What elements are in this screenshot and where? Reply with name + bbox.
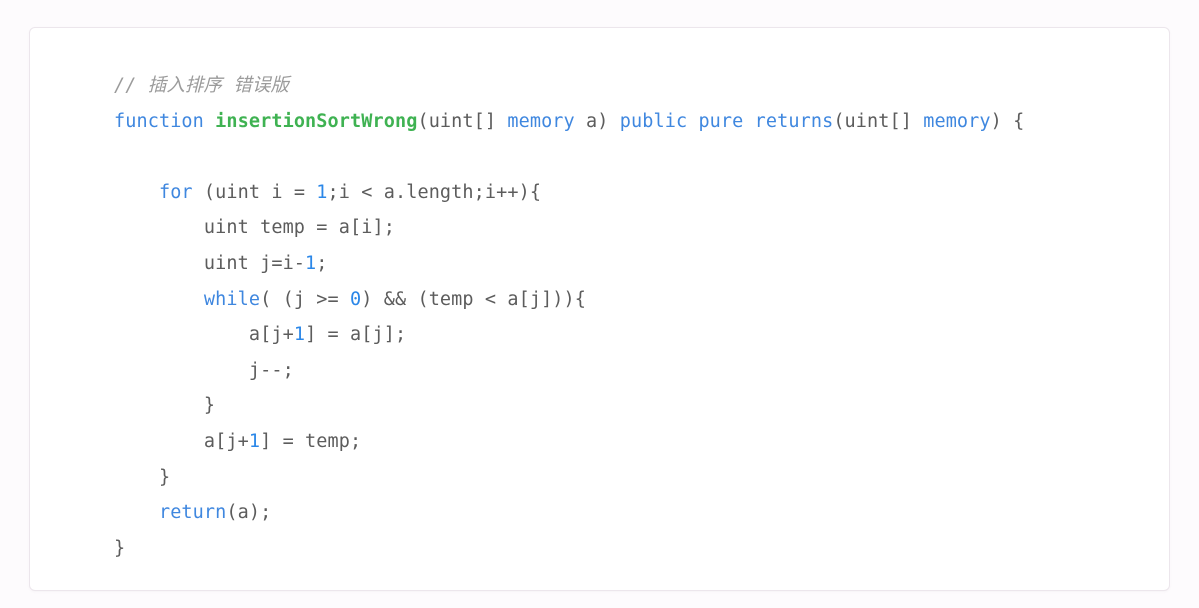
code-snippet-card: // 插入排序 错误版 function insertionSortWrong(… xyxy=(29,27,1170,591)
code-line: } xyxy=(114,531,1024,567)
code-token-plain: } xyxy=(114,466,171,488)
code-line: for (uint i = 1;i < a.length;i++){ xyxy=(114,175,1024,211)
code-token-keyword: while xyxy=(203,288,261,310)
code-token-plain: ; xyxy=(316,252,328,274)
code-line: } xyxy=(114,460,1024,496)
code-token-function: insertionSortWrong xyxy=(215,110,418,132)
code-line: uint temp = a[i]; xyxy=(114,210,1024,246)
code-token-comment: // 插入排序 错误版 xyxy=(114,75,290,96)
code-line: uint j=i-1; xyxy=(114,246,1024,282)
code-token-number: 1 xyxy=(293,324,306,346)
code-token-keyword: public xyxy=(619,110,688,132)
code-line: a[j+1] = temp; xyxy=(114,424,1024,460)
code-token-number: 1 xyxy=(316,181,328,203)
code-token-plain: ) { xyxy=(990,110,1025,132)
code-line: while( (j >= 0) && (temp < a[j])){ xyxy=(114,282,1024,318)
code-token-keyword: memory xyxy=(507,110,575,132)
code-line: function insertionSortWrong(uint[] memor… xyxy=(114,104,1024,140)
code-block[interactable]: // 插入排序 错误版 function insertionSortWrong(… xyxy=(114,68,1024,566)
code-line: j--; xyxy=(114,353,1024,389)
code-token-keyword: memory xyxy=(923,110,991,132)
code-token-plain: (uint[] xyxy=(833,110,924,132)
code-token-plain: a[j+ xyxy=(114,324,294,346)
code-token-plain: uint temp = a[i]; xyxy=(114,217,395,239)
code-token-plain: } xyxy=(114,537,126,559)
code-line: // 插入排序 错误版 xyxy=(114,68,1024,104)
code-token-plain: ) && (temp < a[j])){ xyxy=(361,288,587,310)
code-token-plain: a[j+ xyxy=(114,430,249,452)
code-token-plain: } xyxy=(114,395,216,417)
code-token-keyword: function xyxy=(114,110,204,132)
code-token-plain: a) xyxy=(574,110,620,132)
code-line: return(a); xyxy=(114,495,1024,531)
code-token-plain: ( (j >= xyxy=(260,288,351,310)
code-token-number: 0 xyxy=(350,288,362,310)
code-token-number: 1 xyxy=(305,252,317,274)
code-token-keyword: for xyxy=(158,181,193,203)
code-token-plain: j--; xyxy=(114,359,294,381)
code-token-plain: (uint[] xyxy=(417,110,508,132)
code-token-keyword: return xyxy=(158,502,227,524)
code-token-plain: ] = temp; xyxy=(260,430,362,452)
code-token-keyword: pure xyxy=(698,110,744,132)
code-token-plain: ;i < a.length;i++){ xyxy=(327,181,542,203)
code-token-plain: ] = a[j]; xyxy=(305,324,407,346)
code-token-number: 1 xyxy=(248,430,261,452)
code-token-plain: (uint i = xyxy=(192,181,317,203)
code-token-plain: (a); xyxy=(226,502,272,524)
code-token-keyword: returns xyxy=(754,110,834,132)
code-token-plain: uint j=i- xyxy=(114,252,306,274)
code-line: } xyxy=(114,388,1024,424)
code-line: a[j+1] = a[j]; xyxy=(114,317,1024,353)
